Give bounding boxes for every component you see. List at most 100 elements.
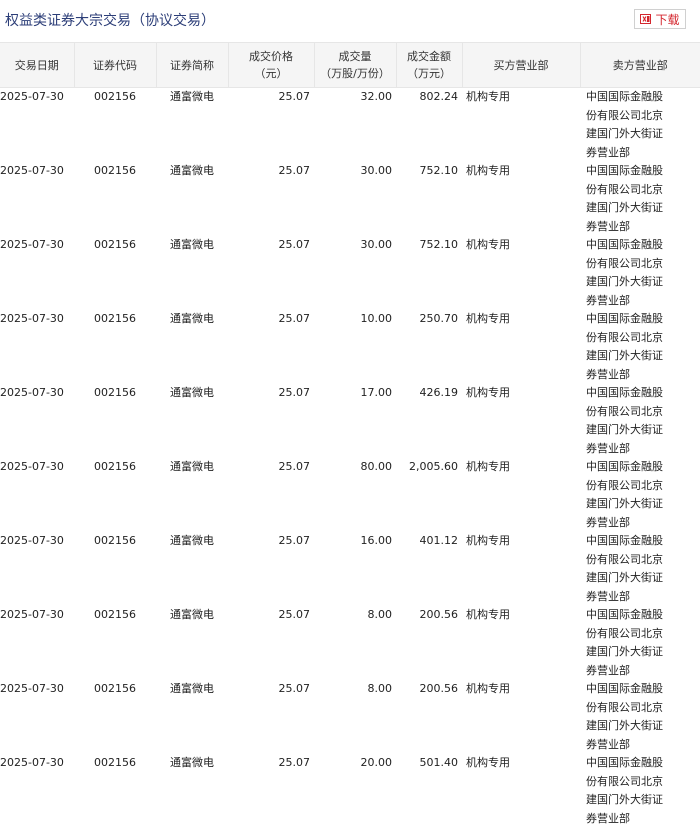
cell-price: 25.07 [228, 384, 314, 458]
cell-date: 2025-07-30 [0, 236, 74, 310]
cell-name: 通富微电 [156, 162, 228, 236]
cell-seller: 中国国际金融股份有限公司北京建国门外大街证券营业部 [580, 680, 700, 754]
cell-price: 25.07 [228, 680, 314, 754]
col-header-date: 交易日期 [0, 43, 74, 88]
cell-code: 002156 [74, 384, 156, 458]
cell-amount: 200.56 [396, 606, 462, 680]
cell-buyer: 机构专用 [462, 384, 580, 458]
title-bar: 权益类证券大宗交易（协议交易） 下载 [0, 0, 700, 40]
cell-buyer: 机构专用 [462, 680, 580, 754]
cell-price: 25.07 [228, 236, 314, 310]
cell-amount: 200.56 [396, 680, 462, 754]
cell-price: 25.07 [228, 88, 314, 163]
table-row: 2025-07-30002156通富微电25.0720.00501.40机构专用… [0, 754, 700, 828]
col-header-seller: 卖方营业部 [580, 43, 700, 88]
cell-buyer: 机构专用 [462, 754, 580, 828]
table-row: 2025-07-30002156通富微电25.0716.00401.12机构专用… [0, 532, 700, 606]
cell-name: 通富微电 [156, 236, 228, 310]
cell-volume: 32.00 [314, 88, 396, 163]
cell-buyer: 机构专用 [462, 236, 580, 310]
cell-code: 002156 [74, 162, 156, 236]
cell-date: 2025-07-30 [0, 88, 74, 163]
cell-buyer: 机构专用 [462, 458, 580, 532]
cell-seller: 中国国际金融股份有限公司北京建国门外大街证券营业部 [580, 754, 700, 828]
cell-seller: 中国国际金融股份有限公司北京建国门外大街证券营业部 [580, 236, 700, 310]
cell-name: 通富微电 [156, 384, 228, 458]
cell-seller: 中国国际金融股份有限公司北京建国门外大街证券营业部 [580, 532, 700, 606]
cell-volume: 30.00 [314, 162, 396, 236]
cell-volume: 30.00 [314, 236, 396, 310]
cell-volume: 80.00 [314, 458, 396, 532]
col-header-amount: 成交金额 （万元） [396, 43, 462, 88]
download-button[interactable]: 下载 [634, 9, 686, 29]
table-row: 2025-07-30002156通富微电25.0710.00250.70机构专用… [0, 310, 700, 384]
cell-price: 25.07 [228, 458, 314, 532]
table-row: 2025-07-30002156通富微电25.078.00200.56机构专用中… [0, 680, 700, 754]
cell-name: 通富微电 [156, 88, 228, 163]
table-row: 2025-07-30002156通富微电25.0780.002,005.60机构… [0, 458, 700, 532]
cell-seller: 中国国际金融股份有限公司北京建国门外大街证券营业部 [580, 162, 700, 236]
cell-date: 2025-07-30 [0, 162, 74, 236]
cell-buyer: 机构专用 [462, 162, 580, 236]
cell-buyer: 机构专用 [462, 310, 580, 384]
cell-name: 通富微电 [156, 680, 228, 754]
cell-price: 25.07 [228, 754, 314, 828]
cell-price: 25.07 [228, 532, 314, 606]
cell-date: 2025-07-30 [0, 458, 74, 532]
cell-price: 25.07 [228, 310, 314, 384]
cell-buyer: 机构专用 [462, 606, 580, 680]
cell-date: 2025-07-30 [0, 680, 74, 754]
cell-volume: 17.00 [314, 384, 396, 458]
cell-buyer: 机构专用 [462, 88, 580, 163]
cell-volume: 8.00 [314, 606, 396, 680]
header-row: 交易日期 证券代码 证券简称 成交价格 （元） 成交量 （万股/万份） 成交金额… [0, 43, 700, 88]
cell-code: 002156 [74, 88, 156, 163]
cell-amount: 501.40 [396, 754, 462, 828]
cell-code: 002156 [74, 310, 156, 384]
cell-volume: 20.00 [314, 754, 396, 828]
cell-name: 通富微电 [156, 532, 228, 606]
cell-amount: 250.70 [396, 310, 462, 384]
cell-code: 002156 [74, 606, 156, 680]
cell-code: 002156 [74, 532, 156, 606]
cell-seller: 中国国际金融股份有限公司北京建国门外大街证券营业部 [580, 458, 700, 532]
cell-code: 002156 [74, 754, 156, 828]
cell-name: 通富微电 [156, 606, 228, 680]
download-label: 下载 [655, 11, 679, 28]
cell-date: 2025-07-30 [0, 384, 74, 458]
cell-amount: 2,005.60 [396, 458, 462, 532]
cell-amount: 802.24 [396, 88, 462, 163]
col-header-price: 成交价格 （元） [228, 43, 314, 88]
cell-price: 25.07 [228, 162, 314, 236]
col-header-code: 证券代码 [74, 43, 156, 88]
cell-date: 2025-07-30 [0, 754, 74, 828]
table-row: 2025-07-30002156通富微电25.0730.00752.10机构专用… [0, 162, 700, 236]
cell-name: 通富微电 [156, 458, 228, 532]
cell-date: 2025-07-30 [0, 532, 74, 606]
cell-seller: 中国国际金融股份有限公司北京建国门外大街证券营业部 [580, 88, 700, 163]
block-trade-table: 交易日期 证券代码 证券简称 成交价格 （元） 成交量 （万股/万份） 成交金额… [0, 42, 700, 828]
cell-amount: 401.12 [396, 532, 462, 606]
cell-buyer: 机构专用 [462, 532, 580, 606]
cell-seller: 中国国际金融股份有限公司北京建国门外大街证券营业部 [580, 606, 700, 680]
cell-amount: 752.10 [396, 236, 462, 310]
cell-amount: 752.10 [396, 162, 462, 236]
col-header-volume: 成交量 （万股/万份） [314, 43, 396, 88]
cell-seller: 中国国际金融股份有限公司北京建国门外大街证券营业部 [580, 384, 700, 458]
excel-icon [640, 14, 651, 24]
cell-volume: 10.00 [314, 310, 396, 384]
col-header-buyer: 买方营业部 [462, 43, 580, 88]
col-header-name: 证券简称 [156, 43, 228, 88]
table-body: 2025-07-30002156通富微电25.0732.00802.24机构专用… [0, 88, 700, 828]
cell-price: 25.07 [228, 606, 314, 680]
cell-volume: 16.00 [314, 532, 396, 606]
cell-code: 002156 [74, 458, 156, 532]
cell-volume: 8.00 [314, 680, 396, 754]
cell-code: 002156 [74, 236, 156, 310]
table-row: 2025-07-30002156通富微电25.0730.00752.10机构专用… [0, 236, 700, 310]
cell-seller: 中国国际金融股份有限公司北京建国门外大街证券营业部 [580, 310, 700, 384]
table-row: 2025-07-30002156通富微电25.0717.00426.19机构专用… [0, 384, 700, 458]
cell-date: 2025-07-30 [0, 606, 74, 680]
cell-code: 002156 [74, 680, 156, 754]
table-row: 2025-07-30002156通富微电25.0732.00802.24机构专用… [0, 88, 700, 163]
